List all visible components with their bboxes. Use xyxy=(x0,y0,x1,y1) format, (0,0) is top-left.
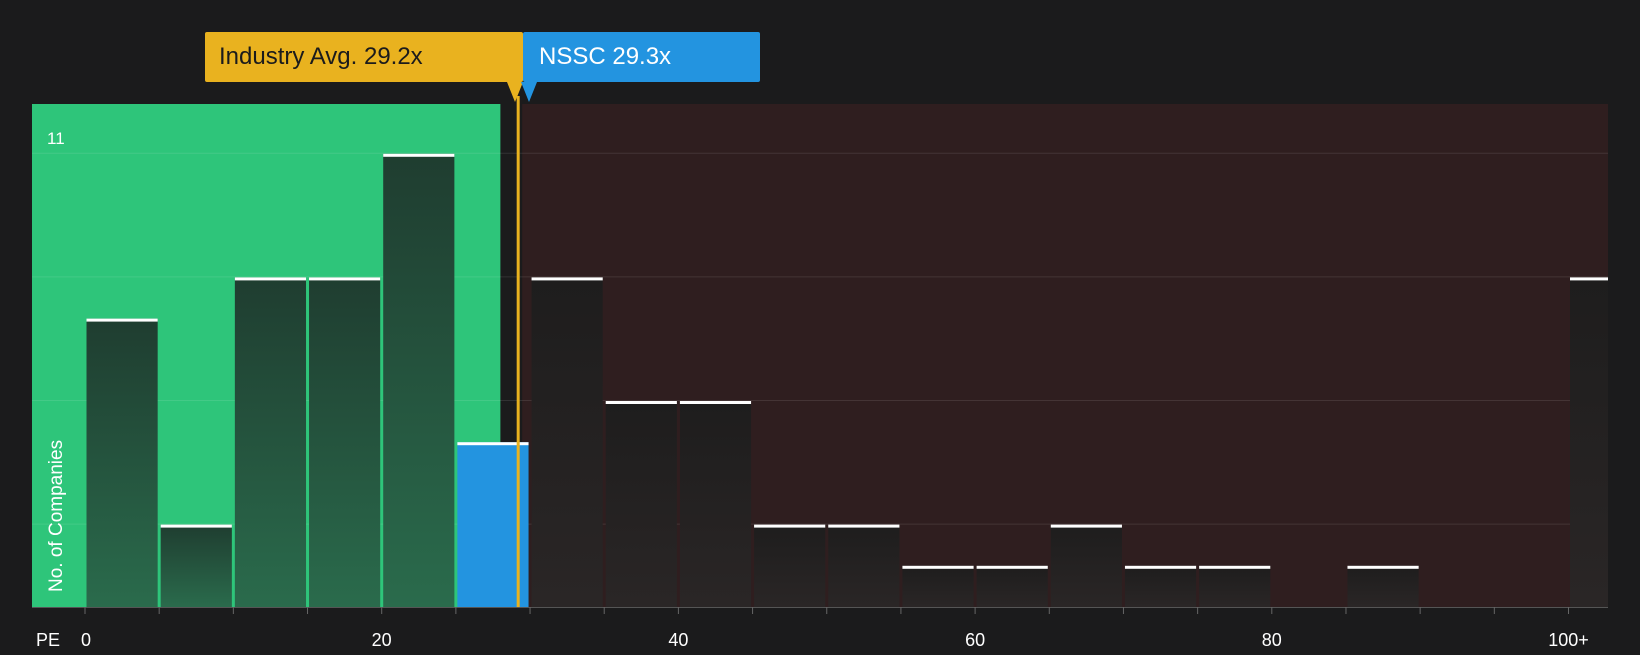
x-tick-label-0: 0 xyxy=(81,630,91,650)
company-pe-callout: NSSC 29.3x xyxy=(523,32,760,82)
histogram-bar-8 xyxy=(679,401,752,607)
histogram-bar-1 xyxy=(160,524,232,607)
histogram-bar-16 xyxy=(1347,565,1419,607)
pe-distribution-chart: 0 20 40 60 80 100+ PE No. of Companies 11 Indust… xyxy=(0,0,1640,650)
y-max-label: 11 xyxy=(47,129,65,148)
bar-cap-17 xyxy=(1570,277,1608,281)
bar-cap-8 xyxy=(679,401,752,404)
x-tick-label-100: 100+ xyxy=(1548,630,1589,650)
histogram-bar-6 xyxy=(531,277,603,607)
histogram-bar-10 xyxy=(828,524,900,607)
histogram-bar-0 xyxy=(86,318,158,607)
bar-cap-14 xyxy=(1124,565,1197,569)
histogram-bar-12 xyxy=(976,565,1048,607)
histogram-bar-15 xyxy=(1199,565,1271,607)
bar-cap-10 xyxy=(828,524,900,528)
x-tick-label-60: 60 xyxy=(965,630,985,650)
bar-cap-11 xyxy=(902,565,974,569)
histogram-bar-4 xyxy=(383,153,455,608)
chart-canvas: 0 20 40 60 80 100+ PE No. of Companies 11 xyxy=(32,96,1608,650)
histogram-bar-3 xyxy=(309,277,381,607)
x-tick-label-80: 80 xyxy=(1262,630,1282,650)
x-axis-label: PE xyxy=(36,630,60,650)
bar-cap-0 xyxy=(86,318,158,322)
bar-cap-15 xyxy=(1199,565,1271,569)
histogram-bar-9 xyxy=(754,524,826,607)
bar-cap-1 xyxy=(160,524,232,528)
histogram-bar-17 xyxy=(1570,277,1608,607)
histogram-bar-2 xyxy=(234,277,307,607)
histogram-bar-11 xyxy=(902,565,974,607)
bar-cap-2 xyxy=(234,277,307,281)
x-tick-label-20: 20 xyxy=(372,630,392,650)
histogram-bar-14 xyxy=(1124,565,1197,607)
x-tick-label-40: 40 xyxy=(668,630,688,650)
bar-cap-12 xyxy=(976,565,1048,569)
histogram-bar-7 xyxy=(605,401,677,607)
industry-avg-callout: Industry Avg. 29.2x xyxy=(205,32,523,82)
histogram-bar-13 xyxy=(1050,524,1122,607)
bar-cap-13 xyxy=(1050,524,1122,528)
bar-cap-3 xyxy=(309,277,381,281)
bar-cap-16 xyxy=(1347,565,1419,569)
bar-cap-9 xyxy=(754,524,826,528)
y-axis-label: No. of Companies xyxy=(46,440,67,592)
bar-cap-7 xyxy=(605,401,677,404)
bar-cap-4 xyxy=(383,153,455,157)
bar-cap-6 xyxy=(531,277,603,281)
company-pointer xyxy=(521,82,537,102)
